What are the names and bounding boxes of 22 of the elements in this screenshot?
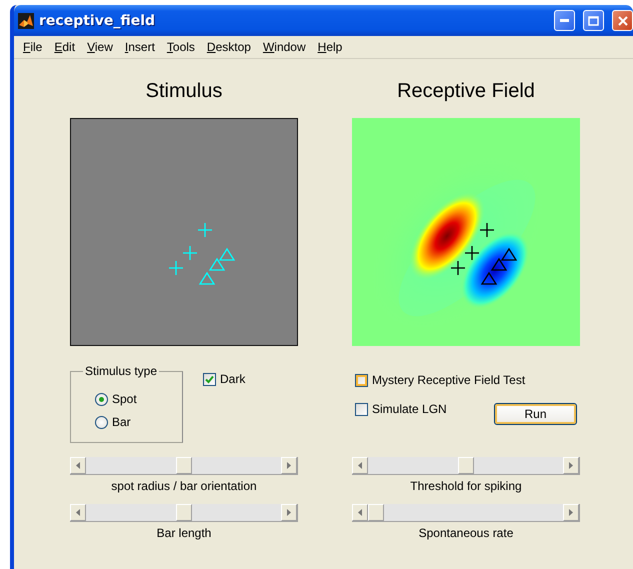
menu-item[interactable]: Window: [258, 40, 311, 54]
menu-item[interactable]: Help: [312, 40, 348, 54]
menu-item[interactable]: Desktop: [202, 40, 256, 54]
menu-item[interactable]: View: [82, 40, 118, 54]
menu-item[interactable]: Edit: [49, 40, 80, 54]
checkbox-label: Mystery Receptive Field Test: [372, 373, 526, 387]
run-button[interactable]: Run: [494, 403, 577, 425]
slider-label: Bar length: [156, 526, 212, 540]
menu-item[interactable]: Insert: [120, 40, 160, 54]
slider-label: Threshold for spiking: [410, 479, 522, 493]
checkbox-label: Simulate LGN: [372, 402, 447, 416]
radio-label: Spot: [112, 392, 137, 406]
group-label: Stimulus type: [83, 364, 160, 378]
radio-label: Bar: [112, 415, 131, 429]
slider-label: Spontaneous rate: [418, 526, 514, 540]
menu-item[interactable]: File: [18, 40, 48, 54]
plot-title: Stimulus: [144, 79, 224, 103]
plot-title: Receptive Field: [396, 79, 536, 103]
slider-label: spot radius / bar orientation: [111, 479, 257, 493]
menu-item[interactable]: Tools: [162, 40, 200, 54]
window-title: receptive_field: [39, 12, 156, 28]
checkbox-label: Dark: [220, 372, 246, 386]
